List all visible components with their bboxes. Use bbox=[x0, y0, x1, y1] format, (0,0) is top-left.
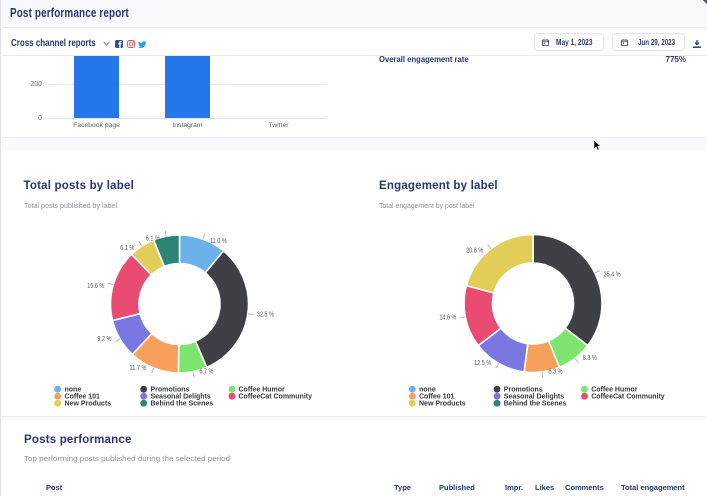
svg-text:14.6 %: 14.6 % bbox=[439, 315, 456, 322]
svg-text:none: none bbox=[419, 387, 436, 394]
svg-text:Seasonal Delights: Seasonal Delights bbox=[151, 394, 211, 401]
svg-text:New Products: New Products bbox=[419, 401, 466, 408]
svg-text:20.8 %: 20.8 % bbox=[466, 248, 483, 255]
svg-text:Promotions: Promotions bbox=[504, 387, 543, 394]
svg-text:8.3 %: 8.3 % bbox=[583, 355, 597, 362]
svg-text:16.6 %: 16.6 % bbox=[87, 283, 104, 290]
svg-text:11.0 %: 11.0 % bbox=[210, 238, 227, 245]
svg-text:Behind the Scenes: Behind the Scenes bbox=[151, 401, 214, 408]
svg-text:none: none bbox=[65, 387, 82, 394]
svg-text:12.5 %: 12.5 % bbox=[474, 360, 491, 367]
svg-text:Promotions: Promotions bbox=[151, 387, 190, 394]
svg-text:New Products: New Products bbox=[65, 401, 112, 408]
svg-text:32.5 %: 32.5 % bbox=[257, 312, 274, 319]
svg-text:35.4 %: 35.4 % bbox=[604, 271, 621, 278]
svg-text:Coffee Humor: Coffee Humor bbox=[591, 387, 638, 394]
svg-text:6.1 %: 6.1 % bbox=[146, 235, 160, 242]
svg-text:9.2 %: 9.2 % bbox=[97, 336, 111, 343]
svg-text:8.3 %: 8.3 % bbox=[549, 369, 563, 376]
svg-text:Coffee 101: Coffee 101 bbox=[65, 394, 101, 401]
svg-text:Coffee 101: Coffee 101 bbox=[419, 394, 455, 401]
svg-text:Coffee Humor: Coffee Humor bbox=[239, 387, 286, 394]
svg-text:Seasonal Delights: Seasonal Delights bbox=[504, 394, 564, 401]
svg-text:11.7 %: 11.7 % bbox=[130, 365, 147, 372]
svg-text:CoffeeCat Community: CoffeeCat Community bbox=[239, 394, 313, 401]
svg-text:6.7 %: 6.7 % bbox=[199, 368, 213, 375]
svg-text:CoffeeCat Community: CoffeeCat Community bbox=[591, 394, 665, 401]
svg-text:6.1 %: 6.1 % bbox=[120, 245, 134, 252]
svg-text:Behind the Scenes: Behind the Scenes bbox=[504, 401, 567, 408]
